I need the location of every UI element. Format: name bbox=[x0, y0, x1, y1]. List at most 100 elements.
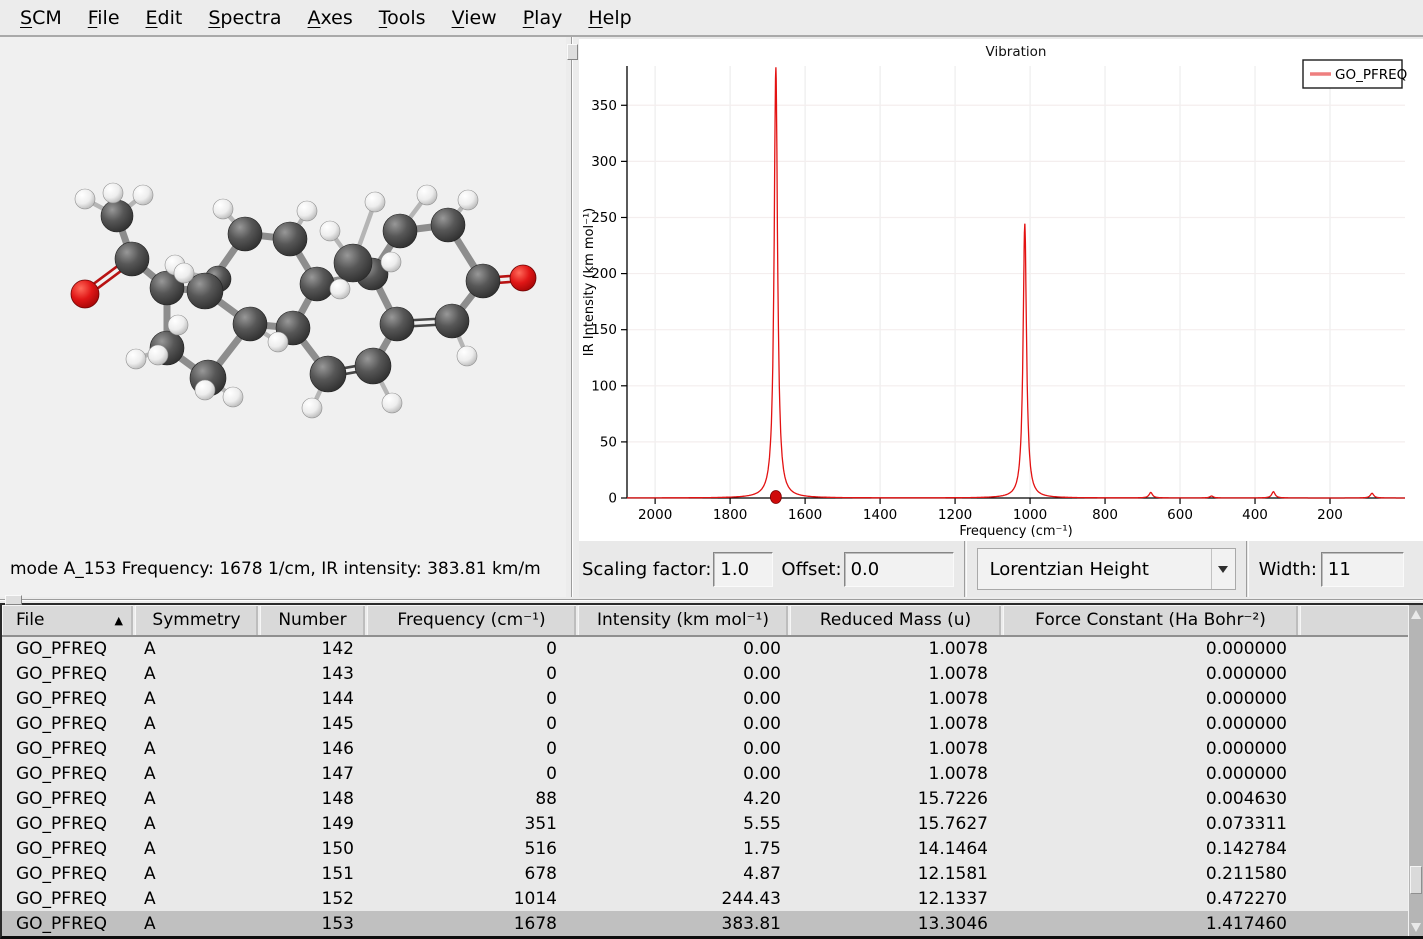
table-row[interactable]: GO_PFREQA1521014244.4312.13370.472270 bbox=[2, 886, 1408, 911]
hydrogen-atom bbox=[213, 199, 233, 219]
svg-text:1000: 1000 bbox=[1013, 507, 1047, 523]
hydrogen-atom bbox=[75, 189, 95, 209]
header-intensity[interactable]: Intensity (km mol⁻¹) bbox=[577, 605, 789, 636]
hydrogen-atom bbox=[417, 185, 437, 205]
main-split: mode A_153 Frequency: 1678 1/cm, IR inte… bbox=[0, 37, 1423, 597]
carbon-atom bbox=[383, 214, 417, 248]
x-axis-label: Frequency (cm⁻¹) bbox=[959, 524, 1072, 539]
header-frequency[interactable]: Frequency (cm⁻¹) bbox=[366, 605, 577, 636]
y-axis-label: IR Intensity (km mol⁻¹) bbox=[582, 208, 597, 356]
header-filler bbox=[1299, 605, 1408, 636]
table-row[interactable]: GO_PFREQA1516784.8712.15810.211580 bbox=[2, 861, 1408, 886]
carbon-atom bbox=[228, 217, 262, 251]
legend-label: GO_PFREQ bbox=[1335, 67, 1407, 83]
molecule-panel: mode A_153 Frequency: 1678 1/cm, IR inte… bbox=[0, 37, 566, 597]
hydrogen-atom bbox=[458, 190, 478, 210]
carbon-atom bbox=[435, 304, 469, 338]
offset-label: Offset: bbox=[781, 559, 841, 580]
chart-area: 2000180016001400120010008006004002000501… bbox=[579, 39, 1423, 541]
menu-item-axes[interactable]: Axes bbox=[295, 7, 366, 29]
table-wrap: File▲SymmetryNumberFrequency (cm⁻¹)Inten… bbox=[2, 605, 1408, 936]
svg-text:300: 300 bbox=[591, 154, 617, 170]
table-row[interactable]: GO_PFREQA1493515.5515.76270.073311 bbox=[2, 811, 1408, 836]
svg-text:400: 400 bbox=[1242, 507, 1268, 523]
carbon-atom bbox=[300, 267, 334, 301]
scroll-up-button[interactable] bbox=[1409, 605, 1423, 623]
scroll-thumb[interactable] bbox=[1410, 866, 1422, 894]
table-row[interactable]: GO_PFREQA1505161.7514.14640.142784 bbox=[2, 836, 1408, 861]
splitter-handle-icon[interactable] bbox=[5, 595, 22, 605]
header-force-constant[interactable]: Force Constant (Ha Bohr⁻²) bbox=[1002, 605, 1299, 636]
menu-item-edit[interactable]: Edit bbox=[133, 7, 196, 29]
controls-separator bbox=[964, 541, 967, 597]
lineshape-selected-value: Lorentzian Height bbox=[978, 559, 1211, 580]
menu-item-help[interactable]: Help bbox=[575, 7, 644, 29]
menu-item-scm[interactable]: SCM bbox=[7, 7, 75, 29]
oxygen-atom bbox=[510, 265, 536, 291]
svg-text:0: 0 bbox=[608, 491, 617, 507]
scaling-factor-label: Scaling factor: bbox=[582, 559, 711, 580]
table-row[interactable]: GO_PFREQA14500.001.00780.000000 bbox=[2, 711, 1408, 736]
menu-item-file[interactable]: File bbox=[75, 7, 133, 29]
offset-input[interactable] bbox=[844, 552, 954, 587]
width-label: Width: bbox=[1259, 559, 1317, 580]
hydrogen-atom bbox=[381, 252, 401, 272]
menu-item-tools[interactable]: Tools bbox=[366, 7, 439, 29]
svg-text:2000: 2000 bbox=[638, 507, 672, 523]
svg-text:100: 100 bbox=[591, 378, 617, 394]
menu-item-play[interactable]: Play bbox=[510, 7, 576, 29]
svg-text:1200: 1200 bbox=[938, 507, 972, 523]
vertical-splitter[interactable] bbox=[566, 37, 579, 597]
spectrum-panel: 2000180016001400120010008006004002000501… bbox=[579, 37, 1423, 597]
hydrogen-atom bbox=[223, 387, 243, 407]
table-row[interactable]: GO_PFREQA14300.001.00780.000000 bbox=[2, 661, 1408, 686]
hydrogen-atom bbox=[382, 393, 402, 413]
mode-status-text: mode A_153 Frequency: 1678 1/cm, IR inte… bbox=[0, 557, 566, 585]
menu-item-spectra[interactable]: Spectra bbox=[195, 7, 294, 29]
hydrogen-atom bbox=[195, 380, 215, 400]
splitter-groove bbox=[571, 37, 573, 597]
table-row[interactable]: GO_PFREQA14400.001.00780.000000 bbox=[2, 686, 1408, 711]
chevron-down-icon bbox=[1218, 566, 1228, 573]
svg-text:350: 350 bbox=[591, 98, 617, 114]
chart-title: Vibration bbox=[986, 44, 1047, 60]
table-row[interactable]: GO_PFREQA14200.001.00780.000000 bbox=[2, 636, 1408, 661]
scaling-factor-input[interactable] bbox=[713, 552, 773, 587]
scroll-down-button[interactable] bbox=[1409, 918, 1423, 936]
width-input[interactable] bbox=[1321, 552, 1404, 587]
table-scrollbar[interactable] bbox=[1408, 605, 1423, 936]
controls-separator bbox=[1246, 541, 1249, 597]
hydrogen-atom bbox=[297, 201, 317, 221]
lineshape-combobox[interactable]: Lorentzian Height bbox=[977, 548, 1236, 590]
selected-mode-marker[interactable] bbox=[770, 491, 781, 504]
carbon-atom bbox=[101, 200, 133, 232]
header-file[interactable]: File▲ bbox=[2, 605, 134, 636]
carbon-atom bbox=[380, 307, 414, 341]
horizontal-splitter[interactable] bbox=[0, 597, 1423, 603]
header-reduced-mass[interactable]: Reduced Mass (u) bbox=[789, 605, 1002, 636]
frequency-table: File▲SymmetryNumberFrequency (cm⁻¹)Inten… bbox=[2, 605, 1408, 936]
hydrogen-atom bbox=[148, 345, 168, 365]
table-row[interactable]: GO_PFREQA148884.2015.72260.004630 bbox=[2, 786, 1408, 811]
combobox-dropdown-button[interactable] bbox=[1211, 549, 1235, 589]
table-row[interactable]: GO_PFREQA14700.001.00780.000000 bbox=[2, 761, 1408, 786]
splitter-handle-icon[interactable] bbox=[567, 44, 578, 60]
table-row[interactable]: GO_PFREQA1531678383.8113.30461.417460 bbox=[2, 911, 1408, 936]
svg-text:50: 50 bbox=[600, 434, 617, 450]
vibration-chart[interactable]: 2000180016001400120010008006004002000501… bbox=[579, 39, 1423, 541]
carbon-atom bbox=[115, 242, 149, 276]
carbon-atom bbox=[431, 208, 465, 242]
header-symmetry[interactable]: Symmetry bbox=[134, 605, 259, 636]
splitter-groove bbox=[0, 599, 1423, 601]
hydrogen-atom bbox=[457, 346, 477, 366]
svg-text:1600: 1600 bbox=[788, 507, 822, 523]
menu-bar: SCMFileEditSpectraAxesToolsViewPlayHelp bbox=[0, 0, 1423, 37]
hydrogen-atom bbox=[168, 315, 188, 335]
table-row[interactable]: GO_PFREQA14600.001.00780.000000 bbox=[2, 736, 1408, 761]
hydrogen-atom bbox=[133, 185, 153, 205]
molecule-view[interactable] bbox=[0, 37, 566, 557]
carbon-atom bbox=[273, 222, 307, 256]
header-number[interactable]: Number bbox=[259, 605, 366, 636]
spectrum-controls: Scaling factor: Offset: Lorentzian Heigh… bbox=[579, 541, 1423, 597]
menu-item-view[interactable]: View bbox=[439, 7, 510, 29]
